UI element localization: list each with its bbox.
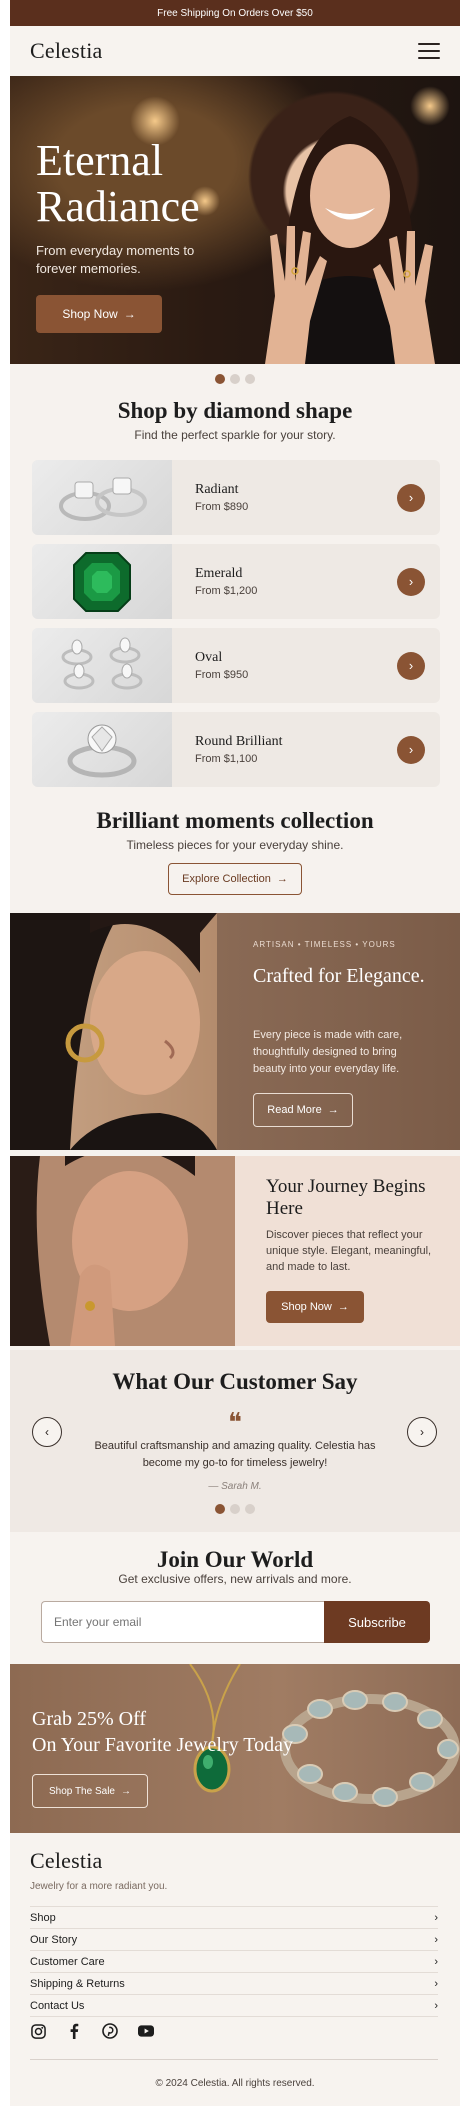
testimonial-section: What Our Customer Say ‹ › ❝ Beautiful cr… xyxy=(10,1350,460,1532)
arrow-right-icon[interactable]: › xyxy=(397,735,425,764)
shape-name: Oval xyxy=(195,650,223,665)
newsletter-title: Join Our World xyxy=(156,1547,314,1572)
carousel-dot[interactable] xyxy=(245,1504,255,1514)
arrow-right-icon: → xyxy=(120,1785,131,1797)
hero-banner: Eternal Radiance From everyday moments to… xyxy=(10,76,460,364)
testimonial-dots xyxy=(10,1504,460,1518)
carousel-dot[interactable] xyxy=(230,1504,240,1514)
shop-the-sale-button[interactable]: Shop The Sale → xyxy=(32,1774,148,1808)
footer-logo[interactable]: Celestia xyxy=(30,1848,102,1874)
youtube-icon[interactable] xyxy=(138,2023,154,2039)
hero-shop-now-button[interactable]: Shop Now → xyxy=(36,295,162,333)
newsletter-section: Join Our World Get exclusive offers, new… xyxy=(10,1532,460,1664)
shape-name: Emerald xyxy=(195,566,243,581)
footer-link-customer-care[interactable]: Customer Care › xyxy=(30,1950,438,1972)
email-input[interactable] xyxy=(41,1601,324,1643)
shape-price: From $1,200 xyxy=(195,585,258,597)
explore-collection-button[interactable]: Explore Collection → xyxy=(168,863,302,895)
journey-body: Discover pieces that reflect your unique… xyxy=(266,1229,432,1273)
radiant-ring-image xyxy=(32,460,172,535)
hero-model-image xyxy=(265,116,435,364)
chevron-right-icon: › xyxy=(434,1999,438,2012)
carousel-dot[interactable] xyxy=(245,374,255,384)
carousel-dot[interactable] xyxy=(215,1504,225,1514)
model-ring-image xyxy=(10,1156,235,1346)
footer-link-contact-us[interactable]: Contact Us › xyxy=(30,1994,438,2017)
shape-card-oval[interactable]: Oval From $950 › xyxy=(32,628,440,703)
collection-subtitle: Timeless pieces for your everyday shine. xyxy=(126,838,344,852)
journey-shop-now-button[interactable]: Shop Now → xyxy=(266,1291,364,1323)
sale-title: Grab 25% Off On Your Favorite Jewelry Tod… xyxy=(32,1708,293,1756)
collection-title: Brilliant moments collection xyxy=(96,808,374,833)
arrow-right-icon: → xyxy=(327,1104,339,1116)
shape-card-radiant[interactable]: Radiant From $890 › xyxy=(32,460,440,535)
instagram-icon[interactable] xyxy=(30,2023,46,2039)
copyright-text: © 2024 Celestia. All rights reserved. xyxy=(155,2078,315,2089)
emerald-gem-image xyxy=(32,544,172,619)
shape-name: Radiant xyxy=(195,482,239,497)
arrow-right-icon[interactable]: › xyxy=(397,651,425,680)
testimonial-title: What Our Customer Say xyxy=(112,1369,358,1394)
chevron-right-icon: › xyxy=(434,1933,438,1946)
model-earring-image xyxy=(10,913,217,1150)
site-header: Celestia xyxy=(10,26,460,76)
footer-divider xyxy=(30,2059,438,2060)
pinterest-icon[interactable] xyxy=(102,2023,118,2039)
arrow-right-icon: → xyxy=(337,1301,349,1313)
shapes-title: Shop by diamond shape xyxy=(117,398,353,423)
quote-icon: ❝ xyxy=(228,1408,242,1437)
hamburger-menu-icon[interactable] xyxy=(418,43,440,59)
site-footer: Celestia Jewelry for a more radiant you.… xyxy=(10,1833,460,2106)
round-brilliant-ring-image xyxy=(32,712,172,787)
logo[interactable]: Celestia xyxy=(30,38,102,64)
crafted-body: Every piece is made with care, thoughtfu… xyxy=(253,1029,403,1075)
hero-carousel-dots xyxy=(10,364,460,388)
carousel-dot[interactable] xyxy=(215,374,225,384)
hero-title: Eternal Radiance xyxy=(36,136,200,231)
read-more-button[interactable]: Read More → xyxy=(253,1093,353,1127)
crafted-eyebrow: ARTISAN • TIMELESS • YOURS xyxy=(253,940,396,949)
journey-title: Your Journey Begins Here xyxy=(266,1176,426,1219)
chevron-right-icon: › xyxy=(434,1955,438,1968)
newsletter-subtitle: Get exclusive offers, new arrivals and m… xyxy=(118,1572,352,1586)
journey-section: Your Journey Begins Here Discover pieces… xyxy=(10,1156,460,1346)
footer-tagline: Jewelry for a more radiant you. xyxy=(30,1881,168,1892)
shape-name: Round Brilliant xyxy=(195,734,283,749)
testimonial-quote: Beautiful craftsmanship and amazing qual… xyxy=(94,1440,376,1469)
footer-links: Shop › Our Story › Customer Care › Shipping… xyxy=(30,1906,438,2017)
social-links xyxy=(30,2023,154,2039)
arrow-right-icon: → xyxy=(123,307,136,321)
crafted-section: ARTISAN • TIMELESS • YOURS Crafted for E… xyxy=(10,913,460,1150)
facebook-icon[interactable] xyxy=(66,2023,82,2039)
shape-card-emerald[interactable]: Emerald From $1,200 › xyxy=(32,544,440,619)
arrow-right-icon[interactable]: › xyxy=(397,483,425,512)
sale-banner: Grab 25% Off On Your Favorite Jewelry Tod… xyxy=(10,1664,460,1833)
testimonial-author: — Sarah M. xyxy=(208,1481,262,1492)
footer-link-shop[interactable]: Shop › xyxy=(30,1906,438,1928)
shape-card-round-brilliant[interactable]: Round Brilliant From $1,100 › xyxy=(32,712,440,787)
page: Free Shipping On Orders Over $50 Celesti… xyxy=(10,0,460,2106)
shape-list: Radiant From $890 › Emerald From $1,200 … xyxy=(32,460,440,796)
subscribe-button[interactable]: Subscribe xyxy=(324,1601,430,1643)
shapes-subtitle: Find the perfect sparkle for your story. xyxy=(134,428,336,442)
footer-link-our-story[interactable]: Our Story › xyxy=(30,1928,438,1950)
announcement-bar: Free Shipping On Orders Over $50 xyxy=(10,0,460,26)
carousel-dot[interactable] xyxy=(230,374,240,384)
crafted-title: Crafted for Elegance. xyxy=(253,965,425,987)
oval-rings-image xyxy=(32,628,172,703)
chevron-right-icon: › xyxy=(434,1977,438,1990)
chevron-right-icon: › xyxy=(434,1911,438,1924)
announcement-text: Free Shipping On Orders Over $50 xyxy=(157,7,313,19)
hero-subtitle: From everyday moments to forever memorie… xyxy=(36,243,195,276)
footer-link-shipping-returns[interactable]: Shipping & Returns › xyxy=(30,1972,438,1994)
shape-price: From $890 xyxy=(195,501,249,513)
arrow-right-icon: → xyxy=(276,873,288,885)
shape-price: From $950 xyxy=(195,669,249,681)
arrow-right-icon[interactable]: › xyxy=(397,567,425,596)
shape-price: From $1,100 xyxy=(195,753,258,765)
